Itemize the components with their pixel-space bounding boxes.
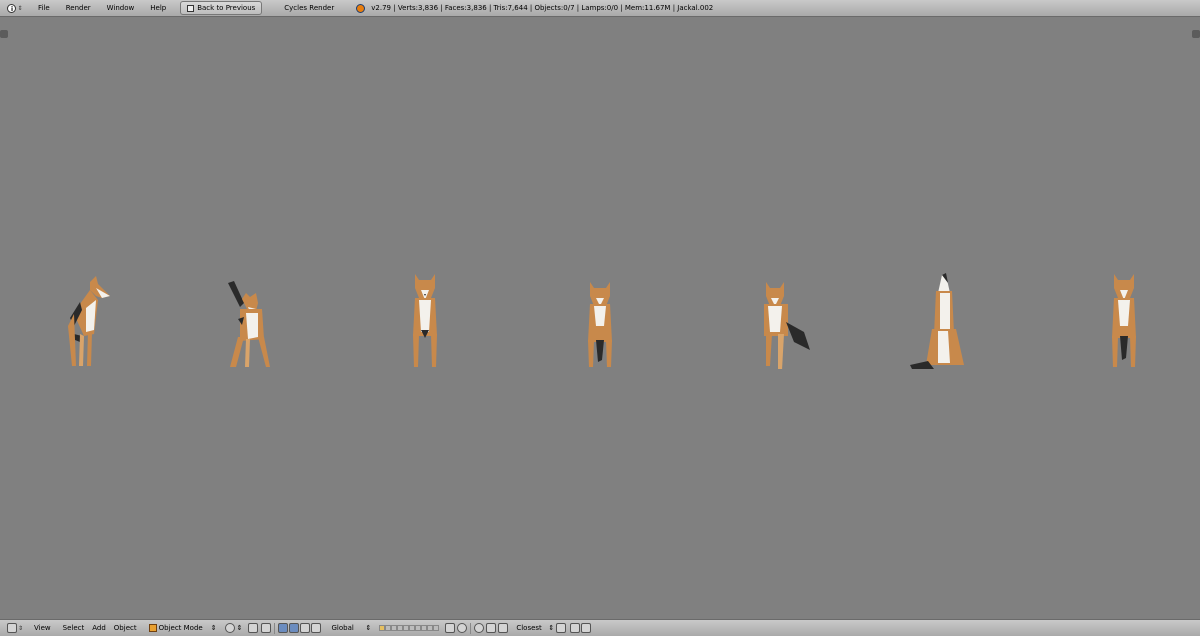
jackal-standing-3[interactable] [1104,272,1144,369]
manipulator-toggle-icon[interactable] [278,623,289,633]
jackal-standing-2[interactable] [580,280,620,369]
scale-icon[interactable] [311,623,322,633]
menu-render[interactable]: Render [58,4,99,12]
pivot-select[interactable] [248,623,259,633]
shading-icon [224,623,235,633]
pivot-icon [248,623,259,633]
editor-type-button[interactable]: i ⇕ [4,2,26,15]
back-to-previous-button[interactable]: Back to Previous [180,1,263,15]
blender-logo-icon [356,3,366,13]
updown-arrow-icon: ⇕ [17,624,24,632]
snap-align-icon[interactable] [556,623,567,633]
snap-toggle-icon[interactable] [486,623,497,633]
jackal-tail-raised[interactable] [222,279,282,369]
updown-arrow-icon: ⇕ [236,624,243,632]
proportional-edit-icon[interactable] [474,623,485,633]
updown-arrow-icon: ⇕ [365,624,372,632]
rotate-icon[interactable] [300,623,311,633]
object-mode-icon [148,624,157,632]
updown-arrow-icon: ⇕ [548,624,555,632]
menu-object[interactable]: Object [110,624,141,632]
lock-layers-icon[interactable] [445,623,456,633]
snap-target-select[interactable]: Closest [516,624,548,632]
mode-select[interactable]: Object Mode ⇕ [148,624,217,632]
jackal-howling[interactable] [908,273,970,369]
snap-element-icon[interactable] [498,623,509,633]
updown-arrow-icon: ⇕ [17,4,23,12]
separator [470,622,472,634]
3d-viewport[interactable] [0,17,1200,619]
opengl-anim-icon[interactable] [581,623,592,633]
jackal-looking-side[interactable] [60,274,120,369]
manipulator-center-icon[interactable] [261,623,272,633]
back-to-previous-label: Back to Previous [197,4,256,12]
shading-select[interactable]: ⇕ [224,623,243,633]
menu-window[interactable]: Window [99,4,143,12]
3d-view-header: ⇕ View Select Add Object Object Mode ⇕ ⇕… [0,619,1200,636]
mode-label: Object Mode [158,624,203,632]
menu-add[interactable]: Add [88,624,110,632]
layer-buttons[interactable] [379,625,440,631]
tool-shelf-toggle[interactable] [0,30,8,38]
properties-toggle[interactable] [1192,30,1200,38]
opengl-render-icon[interactable] [570,623,581,633]
orientation-select[interactable]: Global [331,624,365,632]
render-engine-select[interactable]: Cycles Render [284,4,344,12]
updown-arrow-icon: ⇕ [210,624,217,632]
menu-help[interactable]: Help [142,4,174,12]
menu-file[interactable]: File [30,4,58,12]
back-icon [187,4,195,12]
render-layer-icon[interactable] [457,623,468,633]
jackal-stepping[interactable] [758,280,818,369]
editor-type-button-3d[interactable]: ⇕ [4,622,26,635]
3d-view-icon [6,623,17,633]
menu-select[interactable]: Select [59,624,89,632]
info-header: i ⇕ File Render Window Help Back to Prev… [0,0,1200,17]
menu-view[interactable]: View [26,624,59,632]
separator [274,622,276,634]
info-icon: i [7,3,17,13]
jackal-standing[interactable] [405,272,445,369]
scene-stats: v2.79 | Verts:3,836 | Faces:3,836 | Tris… [371,4,714,12]
translate-icon[interactable] [289,623,300,633]
